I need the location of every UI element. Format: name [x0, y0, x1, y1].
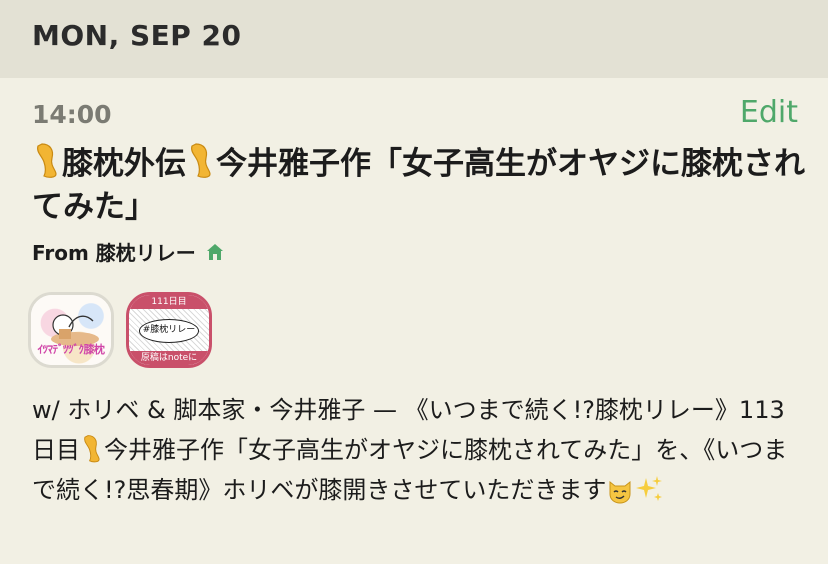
club-avatar-2[interactable]: 111日目 #膝枕リレー 原稿はnoteに [126, 292, 212, 368]
date-header: MON, SEP 20 [0, 0, 828, 78]
leg-emoji-icon [191, 143, 211, 178]
avatar-2-top: 111日目 [129, 295, 209, 309]
event-title: 膝枕外伝 今井雅子作「女子高生がオヤジに膝枕されてみた」 [32, 142, 812, 229]
cat-emoji-icon [609, 480, 631, 504]
club-link[interactable]: From 膝枕リレー [32, 237, 224, 266]
date-label: MON, SEP 20 [32, 19, 242, 52]
sparkles-emoji-icon [636, 476, 663, 501]
avatar-2-bottom: 原稿はnoteに [129, 351, 209, 365]
club-avatar-1[interactable]: ｲﾂﾏﾃﾞﾂﾂﾞｸ膝枕 [28, 292, 114, 368]
avatar-1-label: ｲﾂﾏﾃﾞﾂﾂﾞｸ膝枕 [37, 343, 106, 356]
leg-emoji-icon [37, 143, 57, 178]
home-icon [206, 243, 223, 260]
avatar-2-bubble: #膝枕リレー [139, 319, 199, 343]
event-description: w/ ホリベ & 脚本家・今井雅子 — 《いつまで続く!?膝枕リレー》113日目… [32, 390, 802, 510]
edit-button[interactable]: Edit [740, 95, 798, 130]
from-label: From 膝枕リレー [32, 241, 196, 265]
leg-emoji-icon [84, 435, 100, 463]
event-title-part1: 膝枕外伝 [62, 146, 186, 182]
event-time: 14:00 [32, 100, 112, 129]
description-part2: 今井雅子作「女子高生がオヤジに膝枕されてみた」を、《いつまで続く!?思春期》ホリ… [32, 436, 788, 504]
